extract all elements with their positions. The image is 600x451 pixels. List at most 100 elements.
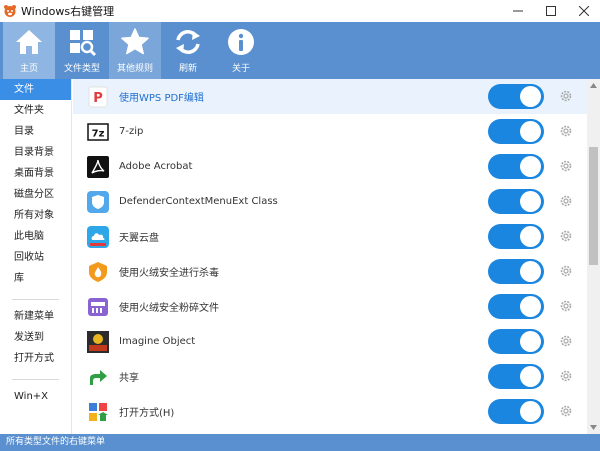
list-item[interactable]: 共享 (73, 359, 587, 394)
toolbar-other-rules-button[interactable]: 其他规则 (109, 22, 161, 79)
toolbar-about-button[interactable]: 关于 (215, 22, 267, 79)
star-icon (119, 26, 151, 58)
list-item-label: 打开方式(H) (119, 408, 175, 419)
gear-icon[interactable] (559, 334, 573, 348)
toolbar-refresh-label: 刷新 (178, 64, 197, 74)
toolbar-about-label: 关于 (231, 64, 250, 74)
scrollbar-thumb[interactable] (589, 147, 598, 265)
list-item-label: DefenderContextMenuExt Class (119, 196, 278, 207)
gear-icon[interactable] (559, 124, 573, 138)
list-item[interactable]: P 使用WPS PDF编辑 (73, 79, 587, 114)
window-title: Windows右键管理 (21, 5, 115, 18)
toggle-switch[interactable] (488, 154, 544, 179)
gear-icon[interactable] (559, 194, 573, 208)
toolbar-home-button[interactable]: 主页 (3, 22, 55, 79)
list-item[interactable]: 使用火绒安全粉碎文件 (73, 289, 587, 324)
list-item[interactable]: 天翼云盘 (73, 219, 587, 254)
scroll-down-arrow-icon[interactable] (587, 421, 600, 434)
vertical-scrollbar[interactable] (587, 79, 600, 434)
app-window: Windows右键管理 主页 文件类型 其他规则 刷新 关于 文件 文件夹 目录… (0, 0, 600, 451)
scroll-up-arrow-icon[interactable] (587, 79, 600, 92)
sidebar-item-library[interactable]: 库 (0, 268, 71, 289)
sidebar-item-new-menu[interactable]: 新建菜单 (0, 306, 71, 327)
sidebar-item-open-with[interactable]: 打开方式 (0, 348, 71, 369)
toggle-switch[interactable] (488, 294, 544, 319)
sidebar-item-drive[interactable]: 磁盘分区 (0, 184, 71, 205)
adobe-acrobat-icon (87, 155, 109, 178)
minimize-button[interactable] (501, 0, 534, 22)
toggle-switch[interactable] (488, 84, 544, 109)
title-bar: Windows右键管理 (0, 0, 600, 22)
window-controls (501, 0, 600, 22)
list-item-label: Adobe Acrobat (119, 161, 193, 172)
defender-shield-icon (87, 190, 109, 213)
app-logo-icon (3, 4, 17, 18)
list-item[interactable]: Imagine Object (73, 324, 587, 359)
huorong-icon (87, 261, 109, 283)
minimize-icon (512, 10, 523, 12)
list-item[interactable]: Adobe Acrobat (73, 149, 587, 184)
list-item-label: Imagine Object (119, 336, 196, 347)
sidebar-item-this-pc[interactable]: 此电脑 (0, 226, 71, 247)
close-button[interactable] (567, 0, 600, 22)
sidebar-item-file[interactable]: 文件 (0, 79, 71, 100)
gear-icon[interactable] (559, 264, 573, 278)
share-arrow-icon (87, 366, 109, 388)
sidebar-item-recycle-bin[interactable]: 回收站 (0, 247, 71, 268)
toolbar-file-types-button[interactable]: 文件类型 (56, 22, 108, 79)
list-item-label: 7-zip (119, 126, 144, 137)
list-item-label: 使用WPS PDF编辑 (119, 93, 204, 104)
list-item[interactable]: 7z 7-zip (73, 114, 587, 149)
list-item[interactable]: 使用火绒安全进行杀毒 (73, 254, 587, 289)
7zip-icon: 7z (87, 121, 109, 143)
toggle-switch[interactable] (488, 259, 544, 284)
toggle-switch[interactable] (488, 329, 544, 354)
home-icon (13, 26, 45, 58)
list-item-label: 使用火绒安全进行杀毒 (119, 268, 219, 279)
toolbar-other-rules-label: 其他规则 (116, 64, 153, 74)
toolbar-home-label: 主页 (19, 64, 38, 74)
sidebar-item-win-x[interactable]: Win+X (0, 386, 71, 407)
gear-icon[interactable] (559, 369, 573, 383)
sidebar-item-all-objects[interactable]: 所有对象 (0, 205, 71, 226)
close-icon (578, 6, 589, 16)
main-toolbar: 主页 文件类型 其他规则 刷新 关于 (0, 22, 600, 79)
huorong-shredder-icon (87, 296, 109, 318)
gear-icon[interactable] (559, 89, 573, 103)
open-with-icon (87, 401, 109, 423)
sidebar-item-desktop-background[interactable]: 桌面背景 (0, 163, 71, 184)
svg-text:P: P (93, 91, 103, 106)
gear-icon[interactable] (559, 299, 573, 313)
sidebar: 文件 文件夹 目录 目录背景 桌面背景 磁盘分区 所有对象 此电脑 回收站 库 … (0, 79, 72, 434)
toggle-switch[interactable] (488, 399, 544, 424)
sidebar-item-directory-background[interactable]: 目录背景 (0, 142, 71, 163)
sidebar-item-folder[interactable]: 文件夹 (0, 100, 71, 121)
maximize-button[interactable] (534, 0, 567, 22)
toggle-switch[interactable] (488, 364, 544, 389)
list-item-label: 共享 (119, 373, 139, 384)
toggle-switch[interactable] (488, 189, 544, 214)
list-item[interactable]: DefenderContextMenuExt Class (73, 184, 587, 219)
toolbar-refresh-button[interactable]: 刷新 (162, 22, 214, 79)
toggle-switch[interactable] (488, 224, 544, 249)
wps-pdf-icon: P (87, 86, 109, 108)
imagine-icon (87, 330, 109, 353)
gear-icon[interactable] (559, 159, 573, 173)
svg-text:7z: 7z (92, 128, 105, 139)
toolbar-file-types-label: 文件类型 (63, 64, 100, 74)
info-icon (225, 26, 257, 58)
maximize-icon (545, 6, 556, 16)
sidebar-item-directory[interactable]: 目录 (0, 121, 71, 142)
list-item-label: 天翼云盘 (119, 233, 159, 244)
gear-icon[interactable] (559, 229, 573, 243)
sidebar-item-send-to[interactable]: 发送到 (0, 327, 71, 348)
refresh-icon (172, 26, 204, 58)
context-menu-item-list: P 使用WPS PDF编辑 7z 7-zip Adobe Acrobat Def… (73, 79, 587, 434)
tianyi-cloud-icon (87, 225, 109, 248)
file-types-icon (66, 26, 98, 58)
gear-icon[interactable] (559, 404, 573, 418)
list-item[interactable]: 打开方式(H) (73, 394, 587, 429)
list-item-label: 使用火绒安全粉碎文件 (119, 303, 219, 314)
toggle-switch[interactable] (488, 119, 544, 144)
status-bar: 所有类型文件的右键菜单 (0, 434, 600, 451)
